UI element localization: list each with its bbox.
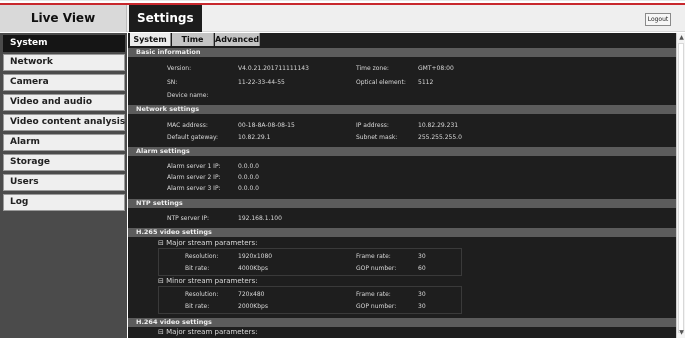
sidebar-item-network[interactable]: Network [3, 54, 125, 71]
sidebar-item-video-and-audio[interactable]: Video and audio [3, 94, 125, 111]
optical-element-label: Optical element: [356, 79, 406, 86]
h265-minor-gop-label: GOP number: [356, 303, 397, 310]
sidebar-item-storage[interactable]: Storage [3, 154, 125, 171]
tab-time[interactable]: Time [172, 33, 214, 46]
ntp-server-value: 192.168.1.100 [238, 215, 282, 222]
subnet-mask-value: 255.255.255.0 [418, 134, 462, 141]
h265-minor-resolution-label: Resolution: [185, 291, 219, 298]
h265-major-resolution-value: 1920x1080 [238, 253, 273, 260]
subnet-mask-label: Subnet mask: [356, 134, 398, 141]
alarm-server-2-value: 0.0.0.0 [238, 174, 259, 181]
tab-system[interactable]: System [130, 33, 171, 46]
h264-major-stream-toggle[interactable]: ⊟ Major stream parameters: [158, 328, 257, 337]
optical-element-value: 5112 [418, 79, 434, 86]
tab-advanced[interactable]: Advanced [215, 33, 260, 46]
sidebar-item-log[interactable]: Log [3, 194, 125, 211]
alarm-server-2-label: Alarm server 2 IP: [167, 174, 221, 181]
sidebar-item-camera[interactable]: Camera [3, 74, 125, 91]
h265-major-bit-rate-label: Bit rate: [185, 265, 210, 272]
ip-address-label: IP address: [356, 122, 389, 129]
sidebar-item-users[interactable]: Users [3, 174, 125, 191]
h265-minor-stream-toggle[interactable]: ⊟ Minor stream parameters: [158, 277, 258, 286]
settings-panel: System Time Advanced Basic information V… [128, 33, 676, 338]
version-value: V4.0.21.201711111143 [238, 65, 309, 72]
alarm-server-3-value: 0.0.0.0 [238, 185, 259, 192]
mac-address-value: 00-18-8A-08-08-15 [238, 122, 295, 129]
timezone-value: GMT+08:00 [418, 65, 454, 72]
settings-tab[interactable]: Settings [129, 5, 202, 32]
scroll-thumb[interactable] [678, 43, 684, 333]
h264-settings-header: H.264 video settings [128, 318, 676, 327]
default-gateway-value: 10.82.29.1 [238, 134, 271, 141]
h265-major-gop-label: GOP number: [356, 265, 397, 272]
h265-major-frame-rate-value: 30 [418, 253, 426, 260]
ntp-server-label: NTP server IP: [167, 215, 209, 222]
h265-settings-header: H.265 video settings [128, 228, 676, 237]
basic-info-header: Basic information [128, 48, 676, 57]
ip-address-value: 10.82.29.231 [418, 122, 459, 129]
sidebar-item-system[interactable]: System [3, 35, 125, 52]
h265-minor-frame-rate-value: 30 [418, 291, 426, 298]
network-settings-header: Network settings [128, 105, 676, 114]
timezone-label: Time zone: [356, 65, 389, 72]
h265-major-gop-value: 60 [418, 265, 426, 272]
sn-value: 11-22-33-44-55 [238, 79, 285, 86]
device-name-label: Device name: [167, 92, 209, 99]
alarm-settings-header: Alarm settings [128, 147, 676, 156]
mac-address-label: MAC address: [167, 122, 208, 129]
h265-major-bit-rate-value: 4000Kbps [238, 265, 268, 272]
default-gateway-label: Default gateway: [167, 134, 219, 141]
alarm-server-3-label: Alarm server 3 IP: [167, 185, 221, 192]
sidebar-item-alarm[interactable]: Alarm [3, 134, 125, 151]
alarm-server-1-label: Alarm server 1 IP: [167, 163, 221, 170]
scroll-up-icon[interactable]: ▲ [678, 34, 685, 42]
h265-minor-bit-rate-label: Bit rate: [185, 303, 210, 310]
ntp-settings-header: NTP settings [128, 199, 676, 208]
h265-minor-resolution-value: 720x480 [238, 291, 265, 298]
sidebar: System Network Camera Video and audio Vi… [0, 33, 127, 338]
top-border-line [0, 0, 685, 1]
sidebar-item-video-content-analysis[interactable]: Video content analysis [3, 114, 125, 131]
h265-minor-frame-rate-label: Frame rate: [356, 291, 391, 298]
live-view-tab[interactable]: Live View [0, 5, 127, 32]
h265-minor-bit-rate-value: 2000Kbps [238, 303, 268, 310]
alarm-server-1-value: 0.0.0.0 [238, 163, 259, 170]
settings-subtabs: System Time Advanced [128, 33, 676, 46]
h265-minor-gop-value: 30 [418, 303, 426, 310]
version-label: Version: [167, 65, 192, 72]
sn-label: SN: [167, 79, 178, 86]
scroll-down-icon[interactable]: ▼ [678, 329, 685, 337]
h265-major-resolution-label: Resolution: [185, 253, 219, 260]
logout-button[interactable]: Logout [645, 13, 671, 26]
page-scrollbar[interactable]: ▲ ▼ [676, 33, 685, 338]
h265-major-stream-toggle[interactable]: ⊟ Major stream parameters: [158, 239, 257, 248]
h265-major-frame-rate-label: Frame rate: [356, 253, 391, 260]
